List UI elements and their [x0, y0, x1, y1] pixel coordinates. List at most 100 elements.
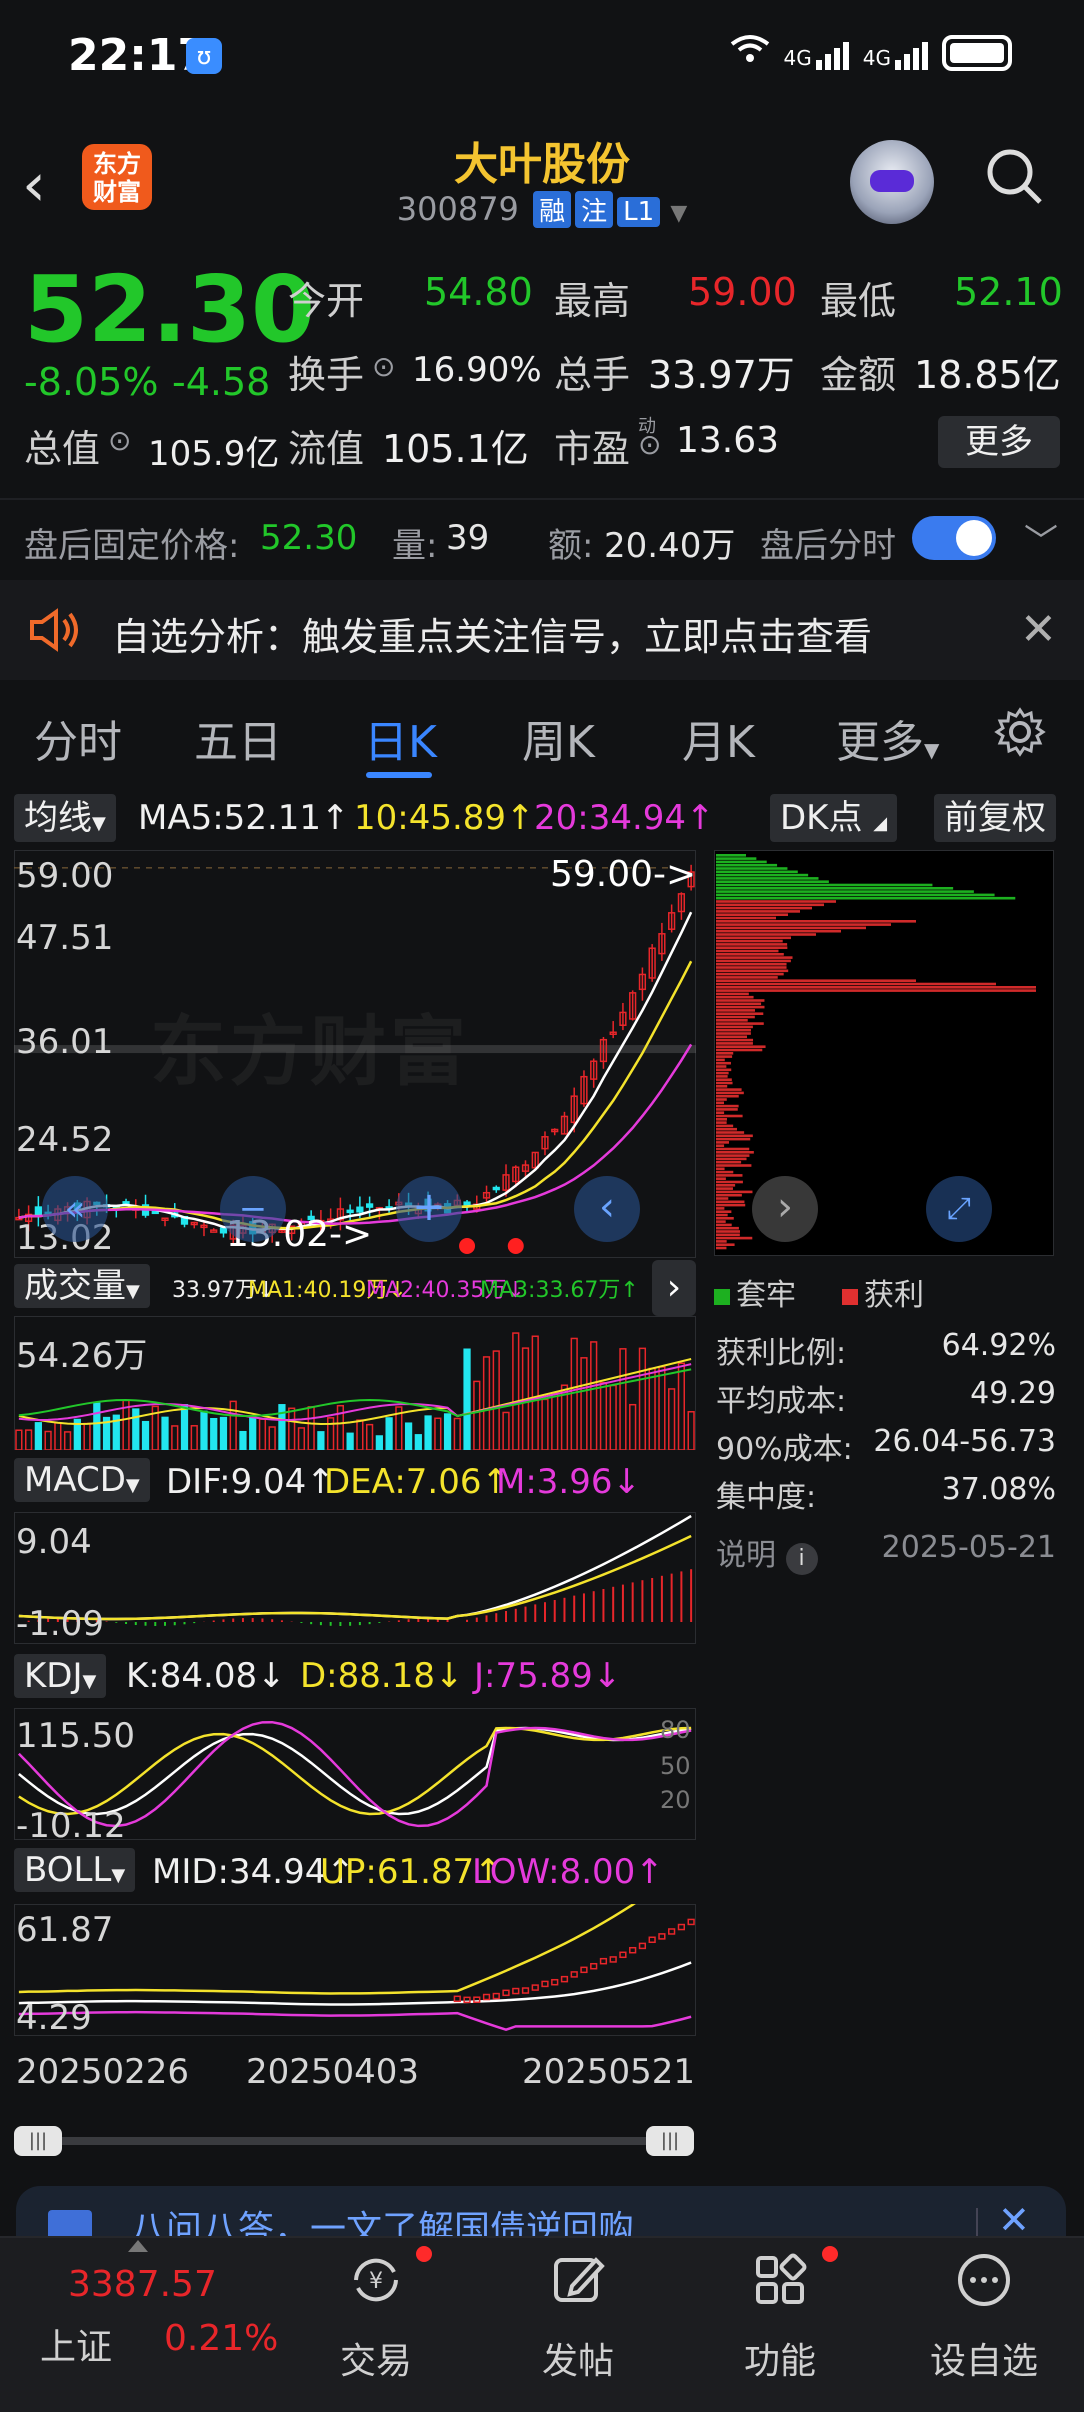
range-handle-left[interactable]: |||	[14, 2126, 62, 2156]
tab-daily-k[interactable]: 日K	[364, 706, 437, 770]
gear-icon[interactable]	[994, 706, 1046, 758]
search-icon[interactable]	[984, 146, 1044, 206]
chip-bar	[716, 1071, 729, 1075]
pe-label[interactable]: 市盈	[554, 418, 630, 473]
afterhours-amt-label: 额:	[548, 526, 594, 566]
legend-swatch-red	[842, 1289, 858, 1305]
boll-candle	[658, 1933, 666, 1940]
kdj-selector[interactable]: KDJ▼	[14, 1654, 107, 1698]
volume-bar	[93, 1402, 101, 1450]
tab-weekly-k[interactable]: 周K	[522, 706, 595, 770]
nav-functions[interactable]: 功能	[710, 2250, 850, 2384]
chip-note-row[interactable]: 说明 i 2025-05-21	[716, 1530, 1056, 1575]
index-value[interactable]: 3387.57	[68, 2264, 217, 2305]
info-icon[interactable]: ⊙	[108, 424, 131, 457]
candle-body	[346, 1209, 354, 1214]
volume-bar	[141, 1420, 150, 1450]
kdj-k: K:84.08↓	[126, 1656, 286, 1696]
index-change[interactable]: 0.21%	[164, 2318, 278, 2359]
boll-selector[interactable]: BOLL▼	[14, 1848, 136, 1892]
chip-bar	[716, 1157, 747, 1161]
ma-selector[interactable]: 均线▼	[14, 794, 116, 842]
volume-bar	[278, 1404, 286, 1450]
assistant-robot-icon[interactable]	[850, 140, 934, 224]
chip-bar	[716, 1184, 736, 1187]
chip-stat-row: 90%成本: 26.04-56.73	[716, 1424, 1056, 1467]
turnover-label[interactable]: 换手	[288, 344, 364, 399]
alert-text[interactable]: 自选分析：触发重点关注信号，立即点击查看	[112, 606, 872, 661]
volume-bar	[24, 1429, 33, 1450]
tab-fiveday[interactable]: 五日	[194, 706, 282, 770]
wifi-icon	[730, 34, 770, 71]
indicator-expand-button[interactable]: ›	[652, 1260, 696, 1316]
scroll-left-button[interactable]: «	[42, 1176, 108, 1242]
volume-bar	[599, 1381, 608, 1450]
chip-bar	[716, 1230, 740, 1233]
tab-timeshare[interactable]: 分时	[34, 706, 122, 770]
boll-candle	[638, 1942, 647, 1950]
nav-trade[interactable]: ¥ 交易	[306, 2250, 446, 2384]
chip-stat-row: 获利比例: 64.92%	[716, 1328, 1056, 1371]
range-track[interactable]	[38, 2137, 670, 2145]
chip-stat-row: 集中度: 37.08%	[716, 1472, 1056, 1515]
chip-bar	[716, 933, 816, 936]
volume-bar	[171, 1425, 179, 1450]
kdj-level: 50	[660, 1752, 691, 1780]
signal-icon-2: 4G	[863, 36, 928, 70]
volume-bar	[190, 1425, 198, 1450]
afterhours-vol-label: 量:	[392, 526, 438, 566]
volume-bar	[327, 1417, 335, 1450]
candle-body	[365, 1203, 374, 1208]
chip-bar	[716, 1075, 728, 1078]
afterhours-toggle[interactable]	[912, 516, 996, 560]
macd-selector[interactable]: MACD▼	[14, 1458, 150, 1502]
close-icon[interactable]: ✕	[1020, 604, 1057, 655]
chip-bar	[716, 873, 809, 877]
boll-line	[18, 1904, 636, 1995]
chip-bar	[716, 893, 995, 897]
range-scroller[interactable]: ||| |||	[14, 2126, 694, 2156]
signal-icon-1: 4G	[784, 36, 849, 70]
expand-icon[interactable]: ⤢	[926, 1176, 992, 1242]
current-price: 52.30	[24, 256, 316, 363]
amount-value: 18.85亿	[914, 353, 1061, 397]
caret-up-icon[interactable]	[128, 2240, 148, 2252]
chevron-down-icon[interactable]: ﹀	[1024, 514, 1058, 563]
zoom-in-button[interactable]: +	[396, 1176, 462, 1242]
chip-bar	[716, 1210, 732, 1213]
boll-candle	[453, 1995, 461, 2003]
index-name[interactable]: 上证	[40, 2318, 112, 2370]
info-icon[interactable]: ⊙	[638, 428, 661, 461]
range-handle-right[interactable]: |||	[646, 2126, 694, 2156]
active-tab-indicator	[366, 772, 432, 778]
chip-bar	[716, 883, 933, 887]
info-icon[interactable]: i	[785, 1543, 818, 1575]
pe-value: 13.63	[676, 420, 780, 461]
boll-axis-bottom: 4.29	[16, 1998, 92, 2038]
chip-bar	[716, 1098, 727, 1101]
tab-monthly-k[interactable]: 月K	[682, 706, 755, 770]
nav-add-watchlist[interactable]: 设自选	[914, 2250, 1054, 2384]
volume-bar	[34, 1422, 42, 1450]
boll-candle	[648, 1936, 656, 1944]
volume-bar	[648, 1367, 656, 1450]
macd-axis-top: 9.04	[16, 1522, 92, 1562]
volume-selector[interactable]: 成交量▼	[14, 1264, 150, 1308]
tab-more[interactable]: 更多▼	[836, 706, 939, 770]
chip-bar	[716, 953, 784, 956]
info-icon[interactable]: ⊙	[372, 350, 395, 383]
scroll-back-button[interactable]: ‹	[574, 1176, 640, 1242]
macd-dif: DIF:9.04↑	[166, 1462, 335, 1502]
dk-point-selector[interactable]: DK点 ◢	[770, 794, 898, 842]
chip-bar	[716, 1025, 753, 1029]
nav-post[interactable]: 发帖	[508, 2250, 648, 2384]
afterhours-price-label: 盘后固定价格:	[24, 526, 240, 566]
zoom-out-button[interactable]: −	[220, 1176, 286, 1242]
boll-candle	[570, 1971, 578, 1978]
volume-bar	[63, 1431, 72, 1450]
mcap-label[interactable]: 总值	[24, 418, 100, 473]
adjust-selector[interactable]: 前复权	[934, 794, 1056, 842]
chip-bar	[716, 939, 783, 943]
more-button[interactable]: 更多	[938, 416, 1060, 468]
chip-next-button[interactable]: ›	[752, 1176, 818, 1242]
